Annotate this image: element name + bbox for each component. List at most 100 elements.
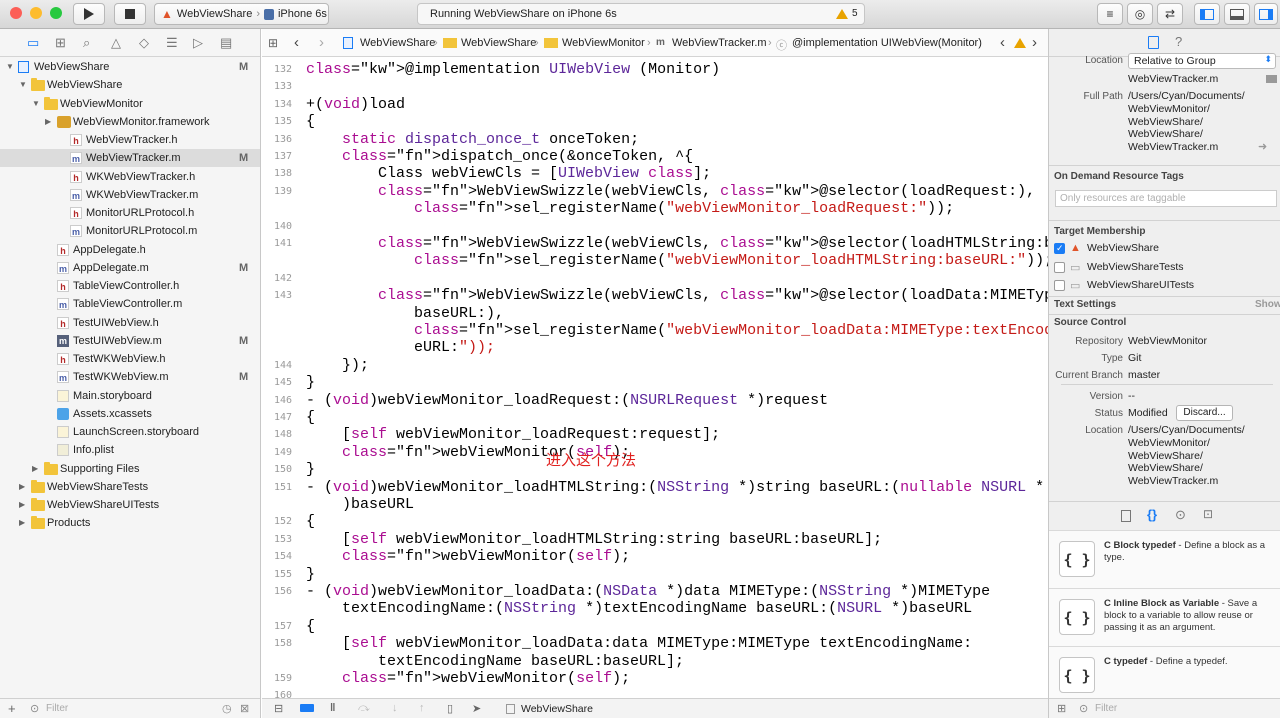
breadcrumb-subgroup[interactable]: WebViewMonitor bbox=[562, 37, 645, 49]
line-number[interactable]: 144 bbox=[262, 360, 292, 371]
location-icon[interactable]: ➤ bbox=[472, 702, 481, 715]
code-line[interactable]: class="fn">WebViewSwizzle(webViewCls, cl… bbox=[306, 235, 1134, 252]
tree-row[interactable]: Main.storyboard bbox=[0, 387, 260, 405]
line-number[interactable]: 143 bbox=[262, 290, 292, 301]
toggle-navigator-button[interactable] bbox=[1194, 3, 1220, 25]
view-debugger-icon[interactable]: ▯ bbox=[447, 702, 453, 715]
code-line[interactable]: { bbox=[306, 513, 315, 530]
breakpoints-toggle-icon[interactable] bbox=[300, 704, 314, 712]
tree-row[interactable]: h TableViewController.h bbox=[0, 277, 260, 295]
grid-view-icon[interactable]: ⊞ bbox=[1057, 702, 1066, 715]
discard-button[interactable]: Discard... bbox=[1176, 405, 1233, 421]
pause-icon[interactable]: ‖ bbox=[330, 702, 335, 714]
tree-row[interactable]: h TestUIWebView.h bbox=[0, 314, 260, 332]
line-number[interactable]: 141 bbox=[262, 238, 292, 249]
line-number[interactable]: 139 bbox=[262, 186, 292, 197]
disclosure-closed-icon[interactable]: ▶ bbox=[32, 460, 38, 478]
code-line[interactable]: class="fn">webViewMonitor(self); bbox=[306, 670, 630, 687]
line-number[interactable]: 138 bbox=[262, 168, 292, 179]
line-number[interactable]: 145 bbox=[262, 377, 292, 388]
tree-row[interactable]: m MonitorURLProtocol.m bbox=[0, 222, 260, 240]
code-line[interactable]: } bbox=[306, 374, 315, 391]
step-over-icon[interactable]: ⤼ bbox=[358, 702, 370, 715]
tree-row[interactable]: h MonitorURLProtocol.h bbox=[0, 204, 260, 222]
minimize-window-button[interactable] bbox=[30, 7, 42, 19]
tree-row[interactable]: ▶ Products bbox=[0, 514, 260, 532]
tree-row[interactable]: ▶ Supporting Files bbox=[0, 460, 260, 478]
odr-tags-field[interactable]: Only resources are taggable bbox=[1055, 190, 1277, 207]
object-library-icon[interactable]: ⊙ bbox=[1175, 507, 1186, 523]
target-checkbox[interactable]: ✓ bbox=[1054, 243, 1065, 254]
report-navigator-icon[interactable]: ▤ bbox=[220, 36, 232, 49]
disclosure-open-icon[interactable]: ▼ bbox=[19, 76, 27, 94]
issue-navigator-icon[interactable]: △ bbox=[111, 36, 121, 49]
hide-debug-area-icon[interactable]: ⊟ bbox=[274, 702, 283, 715]
line-number[interactable]: 156 bbox=[262, 586, 292, 597]
file-inspector-icon[interactable] bbox=[1148, 36, 1159, 49]
line-number[interactable]: 159 bbox=[262, 673, 292, 684]
code-line[interactable]: static dispatch_once_t onceToken; bbox=[306, 131, 639, 148]
back-arrow-icon[interactable]: ‹ bbox=[294, 34, 299, 51]
tree-row[interactable]: h WebViewTracker.h bbox=[0, 131, 260, 149]
code-line-wrap[interactable]: eURL:")); bbox=[306, 339, 495, 356]
code-line-wrap[interactable]: textEncodingName baseURL:baseURL]; bbox=[306, 653, 684, 670]
tree-row[interactable]: h AppDelegate.h bbox=[0, 241, 260, 259]
tree-row[interactable]: Info.plist bbox=[0, 441, 260, 459]
tree-row[interactable]: ▶ WebViewMonitor.framework bbox=[0, 113, 260, 131]
snippet-card[interactable]: { } C typedef - Define a typedef. bbox=[1049, 646, 1280, 704]
disclosure-closed-icon[interactable]: ▶ bbox=[19, 496, 25, 514]
tree-row[interactable]: h WKWebViewTracker.h bbox=[0, 168, 260, 186]
code-line[interactable]: [self webViewMonitor_loadRequest:request… bbox=[306, 426, 720, 443]
line-number[interactable]: 149 bbox=[262, 447, 292, 458]
tree-row[interactable]: h TestWKWebView.h bbox=[0, 350, 260, 368]
add-icon[interactable]: + bbox=[8, 701, 16, 716]
tree-row[interactable]: ▼ WebViewShare M bbox=[0, 58, 260, 76]
code-line-wrap[interactable]: class="fn">sel_registerName("webViewMoni… bbox=[306, 200, 954, 217]
line-number[interactable]: 157 bbox=[262, 621, 292, 632]
disclosure-closed-icon[interactable]: ▶ bbox=[19, 478, 25, 496]
test-navigator-icon[interactable]: ◇ bbox=[139, 36, 149, 49]
disclosure-closed-icon[interactable]: ▶ bbox=[19, 514, 25, 532]
close-window-button[interactable] bbox=[10, 7, 22, 19]
tree-row[interactable]: m WKWebViewTracker.m bbox=[0, 186, 260, 204]
tree-row[interactable]: Assets.xcassets bbox=[0, 405, 260, 423]
line-number[interactable]: 158 bbox=[262, 638, 292, 649]
line-number[interactable]: 146 bbox=[262, 395, 292, 406]
recent-files-icon[interactable]: ◷ bbox=[222, 702, 232, 715]
line-number[interactable]: 154 bbox=[262, 551, 292, 562]
debug-navigator-icon[interactable]: ☰ bbox=[166, 36, 178, 49]
code-line[interactable]: [self webViewMonitor_loadData:data MIMET… bbox=[306, 635, 972, 652]
code-line[interactable]: { bbox=[306, 618, 315, 635]
line-number[interactable]: 133 bbox=[262, 81, 292, 92]
media-library-icon[interactable]: ⊡ bbox=[1203, 507, 1213, 521]
line-number[interactable]: 136 bbox=[262, 134, 292, 145]
code-line[interactable]: } bbox=[306, 566, 315, 583]
warning-count[interactable]: 5 bbox=[852, 8, 858, 19]
line-number[interactable]: 135 bbox=[262, 116, 292, 127]
location-popup[interactable]: Relative to Group ⬍ bbox=[1128, 53, 1276, 69]
file-template-library-icon[interactable] bbox=[1121, 510, 1131, 522]
show-text-settings-button[interactable]: Show bbox=[1255, 299, 1280, 310]
line-number[interactable]: 151 bbox=[262, 482, 292, 493]
next-issue-icon[interactable]: › bbox=[1032, 34, 1037, 51]
code-line-wrap[interactable]: textEncodingName:(NSString *)textEncodin… bbox=[306, 600, 972, 617]
code-line[interactable]: class="fn">webViewMonitor(self); bbox=[306, 548, 630, 565]
line-number[interactable]: 152 bbox=[262, 516, 292, 527]
library-filter-input[interactable]: Filter bbox=[1095, 703, 1117, 714]
toggle-inspector-button[interactable] bbox=[1254, 3, 1278, 25]
warning-icon[interactable] bbox=[1014, 38, 1026, 48]
code-line[interactable]: [self webViewMonitor_loadHTMLString:stri… bbox=[306, 531, 882, 548]
code-line[interactable]: class="fn">WebViewSwizzle(webViewCls, cl… bbox=[306, 183, 1035, 200]
standard-editor-button[interactable]: ≡ bbox=[1097, 3, 1123, 25]
step-out-icon[interactable]: ↑ bbox=[419, 702, 425, 714]
disclosure-open-icon[interactable]: ▼ bbox=[6, 58, 14, 76]
line-number[interactable]: 140 bbox=[262, 221, 292, 232]
snippet-card[interactable]: { } C Block typedef - Define a block as a… bbox=[1049, 530, 1280, 588]
tree-row[interactable]: ▼ WebViewMonitor bbox=[0, 95, 260, 113]
code-line[interactable]: { bbox=[306, 409, 315, 426]
debug-target-label[interactable]: WebViewShare bbox=[521, 703, 593, 715]
folder-icon[interactable] bbox=[1266, 75, 1277, 83]
stop-button[interactable] bbox=[114, 3, 146, 25]
step-into-icon[interactable]: ↓ bbox=[392, 702, 398, 714]
tree-row[interactable]: m TestWKWebView.m M bbox=[0, 368, 260, 386]
